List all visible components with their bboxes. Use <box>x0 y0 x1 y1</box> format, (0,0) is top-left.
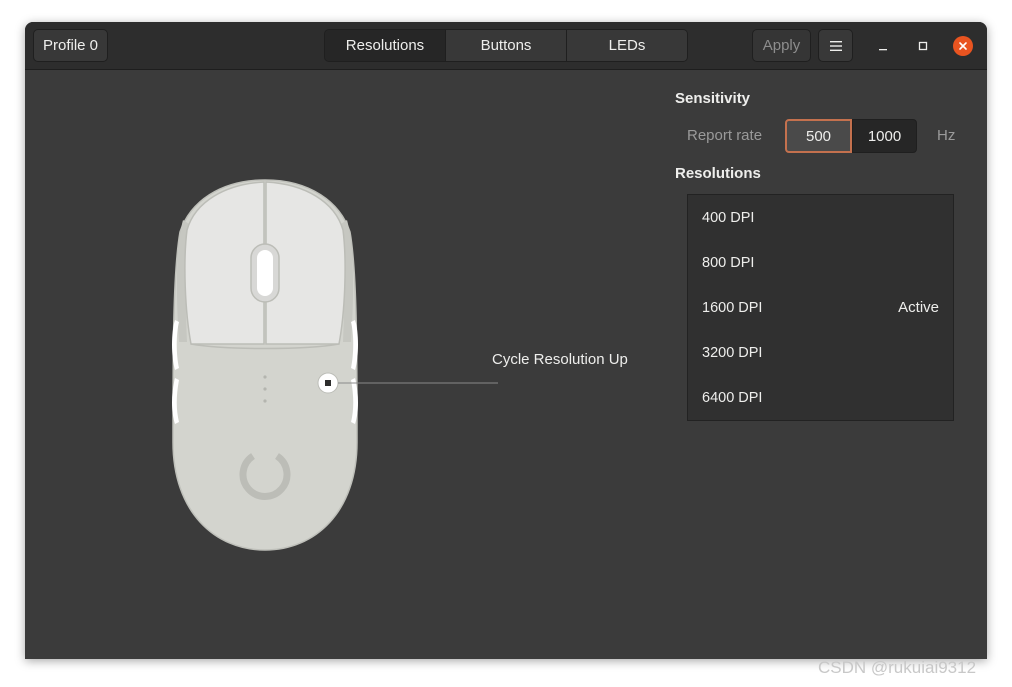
resolutions-list: 400 DPI 800 DPI 1600 DPI Active 3200 DPI… <box>687 194 954 421</box>
maximize-button[interactable] <box>913 36 933 56</box>
list-item[interactable]: 400 DPI <box>688 195 953 240</box>
minimize-icon <box>879 49 887 51</box>
minimize-button[interactable] <box>873 36 893 56</box>
menu-button[interactable] <box>818 29 853 62</box>
close-button[interactable] <box>953 36 973 56</box>
tab-resolutions[interactable]: Resolutions <box>325 30 445 61</box>
callout-label: Cycle Resolution Up <box>492 351 628 368</box>
view-switcher: Resolutions Buttons LEDs <box>324 29 688 62</box>
list-item[interactable]: 800 DPI <box>688 240 953 285</box>
report-rate-label: Report rate <box>687 127 763 144</box>
tab-buttons[interactable]: Buttons <box>445 30 566 61</box>
resolution-label: 1600 DPI <box>702 299 763 316</box>
rate-option-500[interactable]: 500 <box>785 119 852 153</box>
resolution-label: 400 DPI <box>702 209 755 226</box>
headerbar: Profile 0 Resolutions Buttons LEDs Apply <box>25 22 987 70</box>
watermark: CSDN @rukuiai9312 <box>818 658 977 677</box>
list-item[interactable]: 1600 DPI Active <box>688 285 953 330</box>
close-icon <box>959 42 967 50</box>
resolutions-title: Resolutions <box>675 165 761 182</box>
profile-button[interactable]: Profile 0 <box>33 29 108 62</box>
maximize-icon <box>918 41 928 51</box>
rate-option-1000[interactable]: 1000 <box>852 119 917 153</box>
list-item[interactable]: 6400 DPI <box>688 375 953 420</box>
tab-leds[interactable]: LEDs <box>566 30 687 61</box>
list-item[interactable]: 3200 DPI <box>688 330 953 375</box>
hz-unit-label: Hz <box>937 127 956 144</box>
resolution-label: 3200 DPI <box>702 344 763 361</box>
resolution-status: Active <box>898 299 939 316</box>
report-rate-toggle: 500 1000 <box>785 119 917 153</box>
sensitivity-title: Sensitivity <box>675 90 751 107</box>
hamburger-icon <box>829 40 842 51</box>
resolution-label: 800 DPI <box>702 254 755 271</box>
resolution-label: 6400 DPI <box>702 389 763 406</box>
app-window: Profile 0 Resolutions Buttons LEDs Apply <box>25 22 987 659</box>
mouse-illustration <box>172 179 498 551</box>
apply-button[interactable]: Apply <box>752 29 811 62</box>
